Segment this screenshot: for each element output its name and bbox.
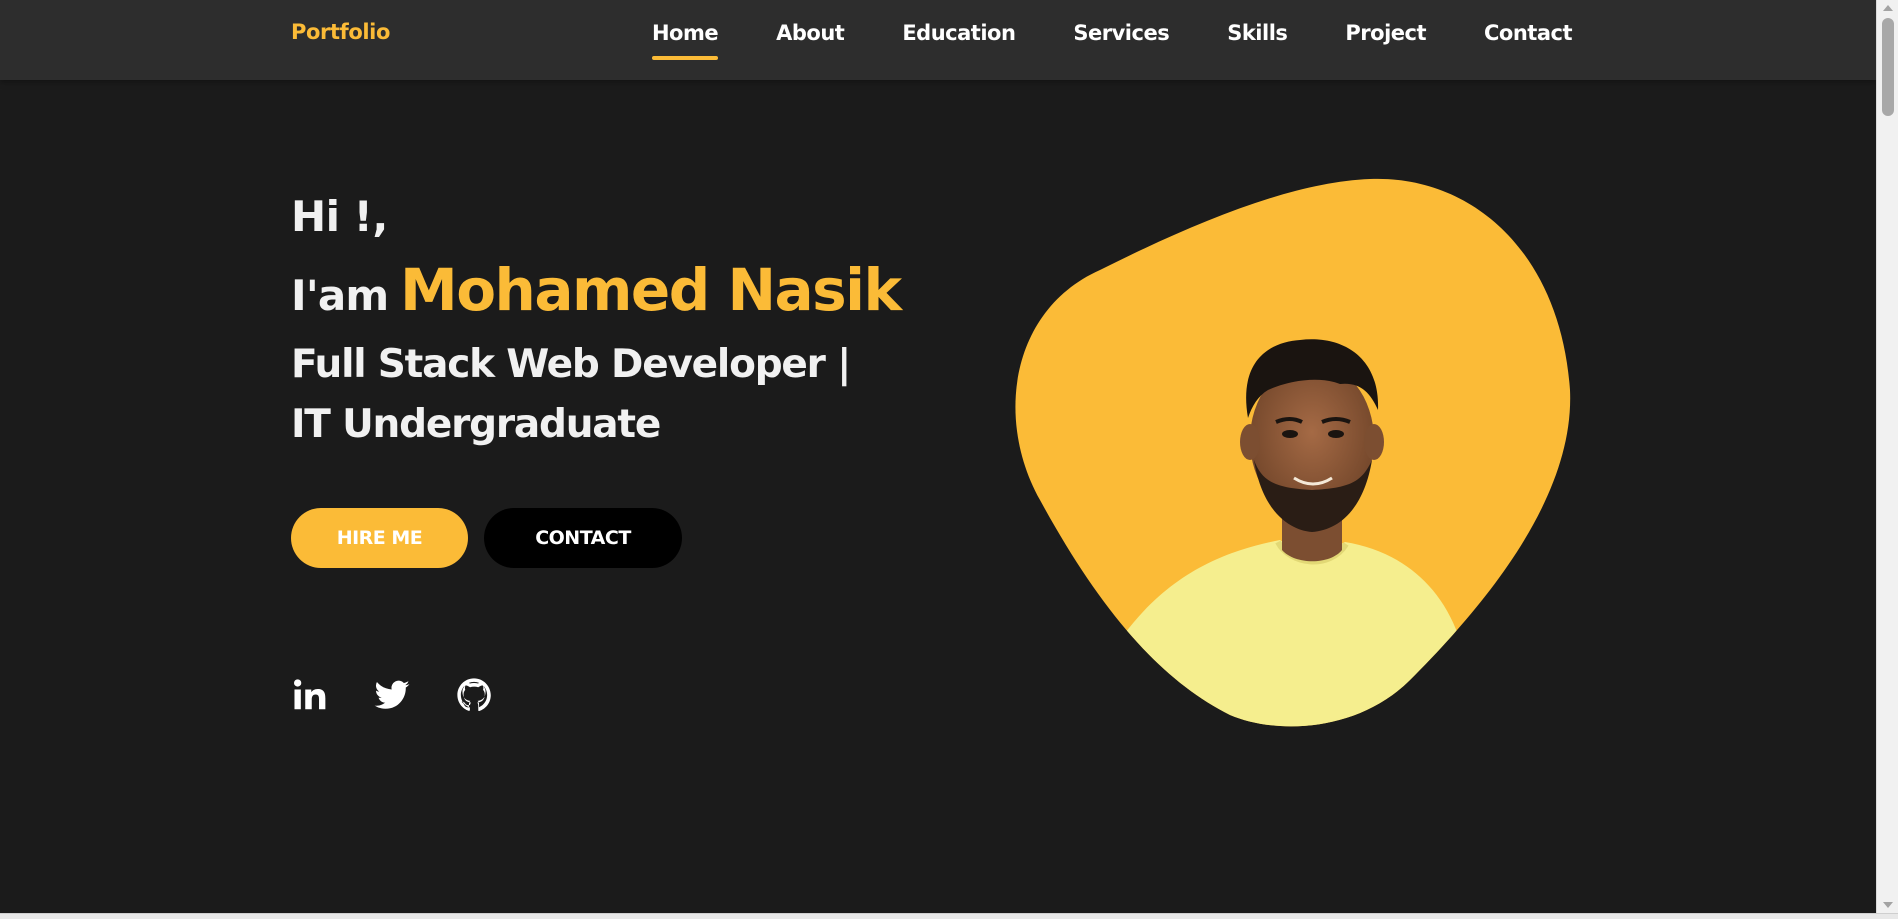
nav-link-project[interactable]: Project bbox=[1345, 20, 1426, 46]
nav-link-home[interactable]: Home bbox=[651, 20, 719, 60]
profile-photo bbox=[1000, 170, 1590, 740]
hero-role-line-2: IT Undergraduate bbox=[291, 402, 661, 447]
nav-links: Home About Education Services Skills Pro… bbox=[651, 20, 1573, 60]
page: Portfolio Home About Education Services … bbox=[0, 0, 1898, 919]
linkedin-icon[interactable] bbox=[291, 676, 329, 714]
hero-intro: I'am Mohamed Nasik bbox=[291, 256, 902, 324]
vertical-scrollbar[interactable] bbox=[1876, 0, 1898, 913]
navbar: Portfolio Home About Education Services … bbox=[0, 0, 1876, 80]
nav-link-contact[interactable]: Contact bbox=[1484, 20, 1573, 46]
github-icon[interactable] bbox=[455, 676, 493, 714]
hero-greeting: Hi !, bbox=[291, 192, 388, 241]
social-links bbox=[291, 676, 493, 714]
contact-button[interactable]: CONTACT bbox=[484, 508, 682, 568]
hero-name: Mohamed Nasik bbox=[399, 256, 902, 324]
hero-role-line-1: Full Stack Web Developer | bbox=[291, 342, 851, 387]
logo[interactable]: Portfolio bbox=[291, 20, 390, 44]
scroll-down-icon[interactable] bbox=[1877, 897, 1898, 913]
scroll-up-icon[interactable] bbox=[1877, 0, 1898, 16]
twitter-icon[interactable] bbox=[373, 676, 411, 714]
hire-me-button[interactable]: HIRE ME bbox=[291, 508, 468, 568]
nav-link-about[interactable]: About bbox=[776, 20, 845, 46]
window-bottom-edge bbox=[0, 913, 1898, 919]
nav-link-education[interactable]: Education bbox=[902, 20, 1016, 46]
scroll-thumb[interactable] bbox=[1882, 18, 1894, 116]
hero-intro-prefix: I'am bbox=[291, 271, 389, 320]
nav-link-services[interactable]: Services bbox=[1073, 20, 1169, 46]
nav-link-skills[interactable]: Skills bbox=[1227, 20, 1288, 46]
